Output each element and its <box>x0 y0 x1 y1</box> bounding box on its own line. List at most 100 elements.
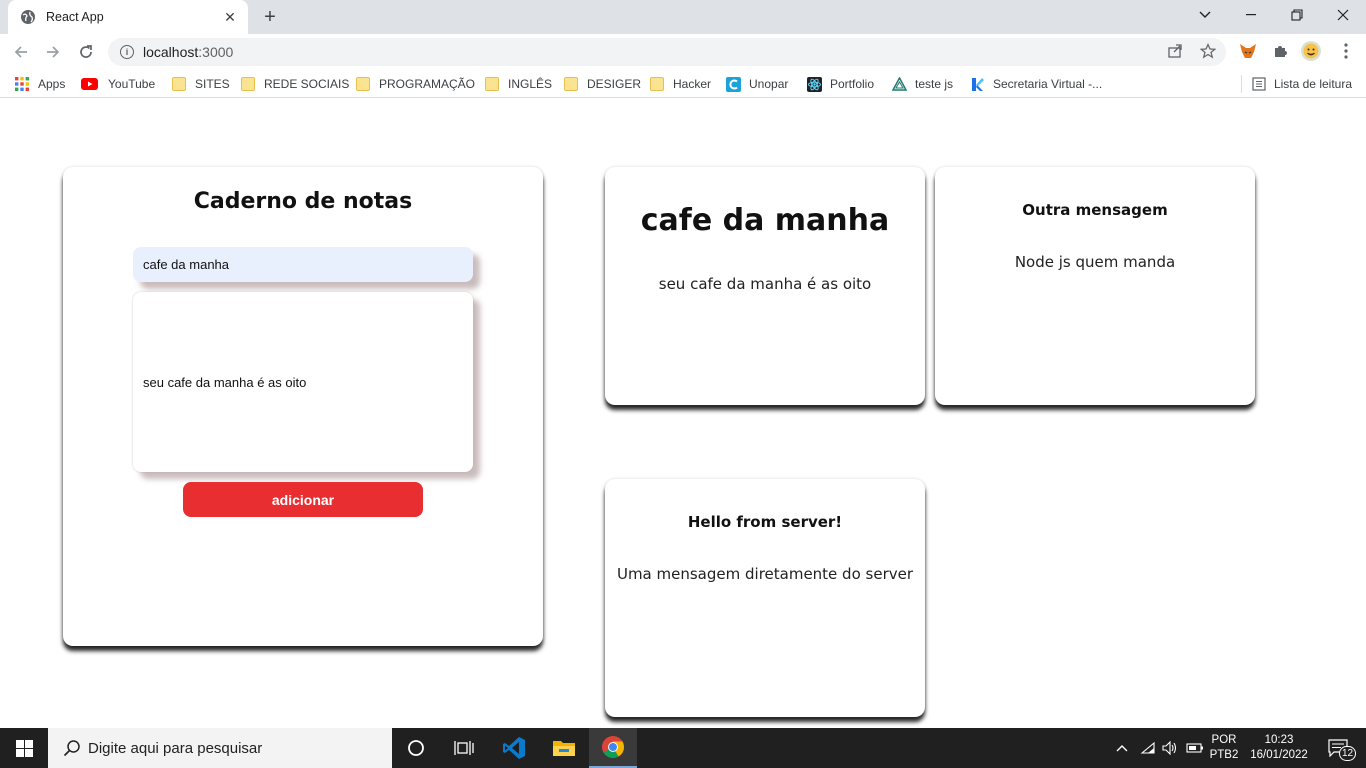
bookmark-hacker[interactable]: Hacker <box>650 75 711 93</box>
bookmark-portfolio[interactable]: Portfolio <box>807 75 874 93</box>
clock-time: 10:23 <box>1264 734 1294 746</box>
bookmark-label: REDE SOCIAIS <box>264 77 350 91</box>
bookmark-sites[interactable]: SITES <box>172 75 230 93</box>
note-body: seu cafe da manha é as oito <box>658 275 872 293</box>
reload-icon[interactable] <box>73 39 99 65</box>
bookmark-label: Hacker <box>673 77 712 91</box>
back-arrow-icon[interactable] <box>8 39 34 65</box>
folder-icon <box>564 77 578 91</box>
restore-icon[interactable] <box>1274 0 1320 30</box>
browser-toolbar: i localhost:3000 <box>0 34 1366 70</box>
bookmark-youtube[interactable]: YouTube <box>81 75 155 93</box>
window-close-icon[interactable] <box>1320 0 1366 30</box>
bookmark-label: INGLÊS <box>508 77 553 91</box>
close-icon[interactable]: ✕ <box>222 9 238 25</box>
folder-icon <box>485 77 499 91</box>
note-card: Hello from server! Uma mensagem diretame… <box>605 479 925 717</box>
keyboard-layout: PTB2 <box>1209 749 1239 761</box>
search-icon <box>62 738 82 758</box>
bookmark-desiger[interactable]: DESIGER <box>564 75 641 93</box>
bookmark-secretaria-virtual[interactable]: Secretaria Virtual -... <box>970 75 1102 93</box>
youtube-icon <box>81 77 99 91</box>
vscode-icon[interactable] <box>490 728 538 768</box>
bookmark-unopar[interactable]: Unopar <box>726 75 788 93</box>
network-icon[interactable] <box>1138 728 1158 768</box>
bookmark-label: Secretaria Virtual -... <box>993 77 1103 91</box>
clock[interactable]: 10:23 16/01/2022 <box>1246 728 1312 768</box>
new-tab-button[interactable]: + <box>258 6 282 28</box>
globe-icon <box>20 9 36 25</box>
task-view-icon[interactable] <box>440 728 488 768</box>
browser-tab-bar: React App ✕ + <box>0 0 1366 34</box>
react-icon <box>807 77 822 92</box>
folder-icon <box>241 77 255 91</box>
url-port: :3000 <box>198 44 234 60</box>
reading-list[interactable]: Lista de leitura <box>1240 75 1352 93</box>
note-title-input[interactable] <box>133 247 473 282</box>
note-title: Outra mensagem <box>1022 201 1168 219</box>
folder-icon <box>650 77 664 91</box>
minimize-icon[interactable] <box>1228 0 1274 30</box>
windows-taskbar: Digite aqui para pesquisar POR PTB2 10:2… <box>0 728 1366 768</box>
volume-icon[interactable] <box>1160 728 1180 768</box>
browser-tab[interactable]: React App ✕ <box>8 0 248 34</box>
bookmark-label: Unopar <box>749 77 789 91</box>
bookmark-rede-sociais[interactable]: REDE SOCIAIS <box>241 75 349 93</box>
bookmark-label: PROGRAMAÇÃO <box>379 77 476 91</box>
note-body: Node js quem manda <box>1014 253 1176 271</box>
bookmark-label: YouTube <box>108 77 156 91</box>
add-button[interactable]: adicionar <box>183 482 423 517</box>
address-bar[interactable]: i localhost:3000 <box>108 38 1226 66</box>
note-card: cafe da manha seu cafe da manha é as oit… <box>605 167 925 405</box>
triangle-icon <box>891 76 908 91</box>
notebook-title: Caderno de notas <box>193 189 413 214</box>
bookmark-label: Apps <box>38 77 66 91</box>
apps-grid-icon <box>15 77 29 91</box>
forward-arrow-icon[interactable] <box>40 39 66 65</box>
note-body: Uma mensagem diretamente do server <box>616 565 914 583</box>
extensions-puzzle-icon[interactable] <box>1268 39 1292 63</box>
folder-icon <box>356 77 370 91</box>
note-title: cafe da manha <box>640 203 890 238</box>
bookmarks-bar: Apps YouTube SITES REDE SOCIAIS PROGRAMA… <box>0 70 1366 98</box>
bookmark-apps[interactable]: Apps <box>15 75 65 93</box>
notebook-card: Caderno de notas seu cafe da manha é as … <box>63 167 543 646</box>
windows-start-icon[interactable] <box>0 728 48 768</box>
note-card: Outra mensagem Node js quem manda <box>935 167 1255 405</box>
bookmark-programacao[interactable]: PROGRAMAÇÃO <box>356 75 475 93</box>
search-placeholder: Digite aqui para pesquisar <box>88 739 263 757</box>
language-code: POR <box>1211 734 1237 746</box>
tab-title: React App <box>46 10 104 24</box>
taskbar-search-input[interactable]: Digite aqui para pesquisar <box>48 728 392 768</box>
language-indicator[interactable]: POR PTB2 <box>1206 728 1242 768</box>
url-host: localhost <box>143 44 199 60</box>
chrome-icon[interactable] <box>589 728 637 768</box>
info-icon[interactable]: i <box>120 45 134 59</box>
profile-avatar-icon[interactable] <box>1299 39 1323 63</box>
reading-list-icon <box>1252 77 1266 91</box>
notification-icon: 12 <box>1328 739 1357 761</box>
reading-list-label: Lista de leitura <box>1273 77 1352 91</box>
kebab-menu-icon[interactable] <box>1334 39 1358 63</box>
bookmark-label: Portfolio <box>830 77 875 91</box>
divider <box>1240 75 1242 93</box>
metamask-fox-icon[interactable] <box>1236 39 1260 63</box>
cortana-icon[interactable] <box>392 728 440 768</box>
unopar-icon <box>726 77 741 92</box>
bookmark-ingles[interactable]: INGLÊS <box>485 75 552 93</box>
note-content-textarea[interactable]: seu cafe da manha é as oito <box>133 292 473 472</box>
note-title: Hello from server! <box>687 513 843 531</box>
folder-icon <box>172 77 186 91</box>
k-icon <box>970 77 984 91</box>
bookmark-label: SITES <box>195 77 230 91</box>
bookmark-teste-js[interactable]: teste js <box>891 75 954 93</box>
chevron-up-icon[interactable] <box>1112 728 1132 768</box>
battery-icon[interactable] <box>1184 728 1206 768</box>
notification-center[interactable]: 12 <box>1318 728 1358 768</box>
star-icon[interactable] <box>1196 39 1220 63</box>
file-explorer-icon[interactable] <box>540 728 588 768</box>
share-icon[interactable] <box>1163 39 1187 63</box>
bookmark-label: teste js <box>915 77 954 91</box>
chevron-down-icon[interactable] <box>1182 0 1228 30</box>
notification-count: 12 <box>1339 746 1357 761</box>
